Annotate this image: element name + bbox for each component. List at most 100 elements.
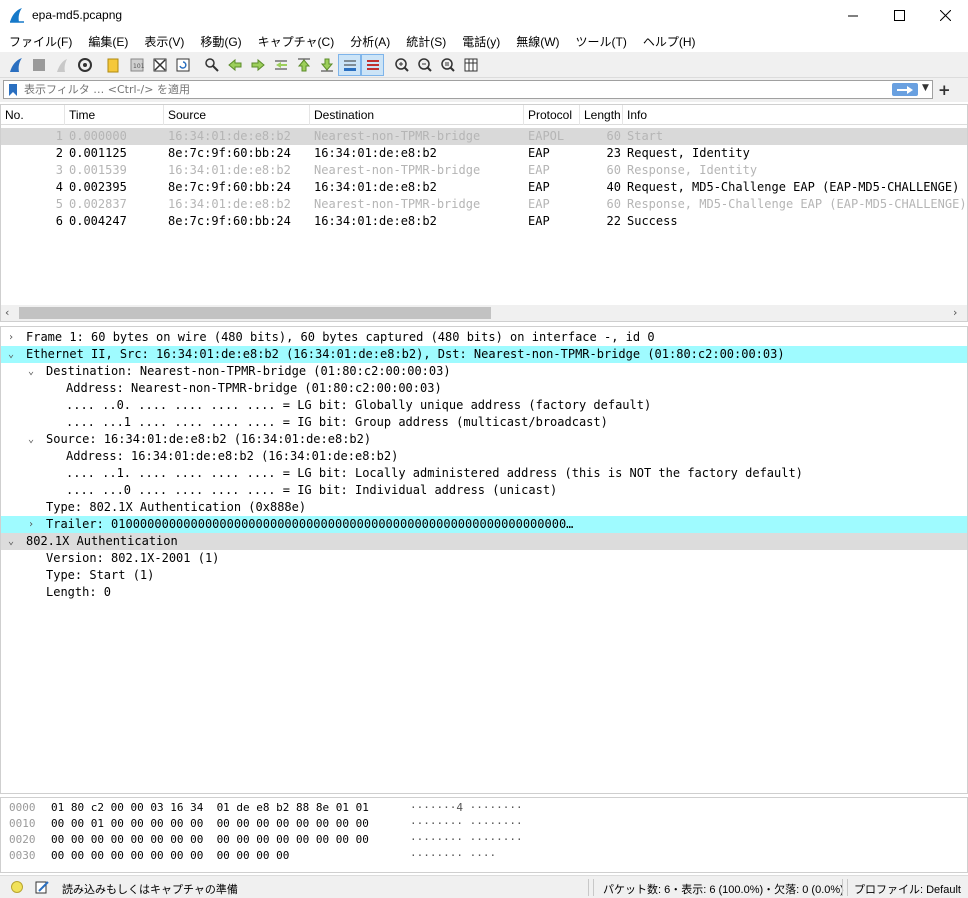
packet-cell-no: 4	[55, 180, 63, 194]
bytes-hex: 00 00 00 00 00 00 00 00 00 00 00 00 00 0…	[51, 833, 369, 846]
bookmark-icon[interactable]	[7, 83, 19, 97]
arrow-up-icon	[297, 58, 310, 71]
start-capture-button[interactable]	[4, 54, 27, 76]
zoom-out-button[interactable]	[413, 54, 436, 76]
go-first-packet-button[interactable]	[292, 54, 315, 76]
column-source[interactable]: Source	[164, 105, 310, 125]
detail-text: Frame 1: 60 bytes on wire (480 bits), 60…	[26, 330, 655, 344]
collapse-arrow-icon[interactable]: ⌄	[8, 533, 20, 550]
menu-view[interactable]: 表示(V)	[139, 33, 189, 50]
bytes-row[interactable]: 0010 00 00 01 00 00 00 00 00 00 00 00 00 …	[1, 816, 967, 832]
packet-cell-dst: Nearest-non-TPMR-bridge	[314, 197, 481, 211]
packet-cell-info: Request, MD5-Challenge EAP (EAP-MD5-CHAL…	[627, 180, 960, 194]
go-forward-button[interactable]	[246, 54, 269, 76]
detail-row[interactable]: .... ..1. .... .... .... .... = LG bit: …	[1, 465, 967, 482]
auto-scroll-icon	[343, 60, 356, 71]
detail-row[interactable]: .... ...1 .... .... .... .... = IG bit: …	[1, 414, 967, 431]
bytes-offset: 0000	[9, 801, 36, 814]
packet-row[interactable]: 1 0.000000 16:34:01:de:e8:b2 Nearest-non-TP…	[1, 128, 967, 145]
close-file-button[interactable]	[148, 54, 171, 76]
packet-row[interactable]: 3 0.001539 16:34:01:de:e8:b2 Nearest-non-TP…	[1, 162, 967, 179]
menu-wireless[interactable]: 無線(W)	[511, 33, 564, 50]
add-filter-button[interactable]: +	[938, 81, 951, 99]
stop-capture-button[interactable]	[27, 54, 50, 76]
close-button[interactable]	[922, 0, 968, 31]
column-destination[interactable]: Destination	[310, 105, 524, 125]
restart-capture-button[interactable]	[50, 54, 73, 76]
menu-telephony[interactable]: 電話(y)	[457, 33, 505, 50]
find-packet-button[interactable]	[200, 54, 223, 76]
zoom-in-button[interactable]	[390, 54, 413, 76]
scroll-thumb[interactable]	[19, 307, 491, 319]
detail-row[interactable]: Type: 802.1X Authentication (0x888e)	[1, 499, 967, 516]
detail-row[interactable]: ⌄ Destination: Nearest-non-TPMR-bridge (0…	[1, 363, 967, 380]
menu-capture[interactable]: キャプチャ(C)	[253, 33, 340, 50]
detail-row[interactable]: › Trailer: 010000000000000000000000000000…	[1, 516, 967, 533]
auto-scroll-button[interactable]	[338, 53, 361, 76]
filter-dropdown-icon[interactable]: ▼	[922, 83, 929, 93]
menu-file[interactable]: ファイル(F)	[4, 33, 77, 50]
detail-row[interactable]: ⌄ 802.1X Authentication	[1, 533, 967, 550]
maximize-button[interactable]	[876, 0, 922, 31]
menu-edit[interactable]: 編集(E)	[83, 33, 133, 50]
scroll-left-icon[interactable]: ‹	[5, 306, 9, 319]
go-back-button[interactable]	[223, 54, 246, 76]
detail-row[interactable]: Type: Start (1)	[1, 567, 967, 584]
packet-cell-len: 23	[606, 146, 621, 160]
resize-columns-icon	[464, 58, 477, 71]
packet-list-hscrollbar[interactable]: ‹ ›	[1, 305, 967, 321]
save-file-button[interactable]: 101	[125, 54, 148, 76]
go-last-packet-button[interactable]	[315, 54, 338, 76]
column-length[interactable]: Length	[580, 105, 623, 125]
open-file-button[interactable]	[102, 54, 125, 76]
collapse-arrow-icon[interactable]: ⌄	[28, 363, 40, 380]
expand-arrow-icon[interactable]: ›	[8, 329, 20, 346]
status-profile[interactable]: プロファイル: Default	[854, 881, 961, 897]
detail-row[interactable]: Length: 0	[1, 584, 967, 601]
capture-comment-icon[interactable]	[34, 879, 50, 895]
detail-row[interactable]: ⌄ Ethernet II, Src: 16:34:01:de:e8:b2 (16…	[1, 346, 967, 363]
capture-options-button[interactable]	[73, 54, 96, 76]
collapse-arrow-icon[interactable]: ⌄	[28, 431, 40, 448]
detail-row[interactable]: Address: Nearest-non-TPMR-bridge (01:80:…	[1, 380, 967, 397]
detail-row[interactable]: › Frame 1: 60 bytes on wire (480 bits), 6…	[1, 329, 967, 346]
packet-cell-src: 8e:7c:9f:60:bb:24	[168, 146, 291, 160]
menu-go[interactable]: 移動(G)	[195, 33, 246, 50]
resize-columns-button[interactable]	[459, 54, 482, 76]
bytes-row[interactable]: 0020 00 00 00 00 00 00 00 00 00 00 00 00 …	[1, 832, 967, 848]
shark-fin-icon	[9, 57, 22, 72]
menu-help[interactable]: ヘルプ(H)	[638, 33, 701, 50]
close-file-icon	[153, 58, 166, 71]
detail-row[interactable]: ⌄ Source: 16:34:01:de:e8:b2 (16:34:01:de:…	[1, 431, 967, 448]
packet-cell-len: 60	[606, 197, 621, 211]
minimize-button[interactable]	[830, 0, 876, 31]
expert-info-icon[interactable]	[11, 881, 23, 893]
collapse-arrow-icon[interactable]: ⌄	[8, 346, 20, 363]
menu-tools[interactable]: ツール(T)	[571, 33, 632, 50]
zoom-reset-button[interactable]	[436, 54, 459, 76]
detail-row[interactable]: Version: 802.1X-2001 (1)	[1, 550, 967, 567]
menu-statistics[interactable]: 統計(S)	[401, 33, 451, 50]
scroll-right-icon[interactable]: ›	[953, 306, 957, 319]
menu-analyze[interactable]: 分析(A)	[345, 33, 395, 50]
reload-file-button[interactable]	[171, 54, 194, 76]
packet-row[interactable]: 6 0.004247 8e:7c:9f:60:bb:24 16:34:01:de:e8…	[1, 213, 967, 230]
go-to-packet-button[interactable]	[269, 54, 292, 76]
column-info[interactable]: Info	[623, 105, 967, 125]
column-no[interactable]: No.	[1, 105, 65, 125]
column-time[interactable]: Time	[65, 105, 164, 125]
detail-row[interactable]: Address: 16:34:01:de:e8:b2 (16:34:01:de:…	[1, 448, 967, 465]
bytes-row[interactable]: 0030 00 00 00 00 00 00 00 00 00 00 00 00 ·…	[1, 848, 967, 864]
apply-filter-button[interactable]	[892, 83, 918, 96]
packet-row[interactable]: 5 0.002837 16:34:01:de:e8:b2 Nearest-non-TP…	[1, 196, 967, 213]
display-filter-input[interactable]	[24, 82, 884, 97]
detail-row[interactable]: .... ...0 .... .... .... .... = IG bit: …	[1, 482, 967, 499]
packet-row[interactable]: 2 0.001125 8e:7c:9f:60:bb:24 16:34:01:de:e8…	[1, 145, 967, 162]
column-protocol[interactable]: Protocol	[524, 105, 580, 125]
detail-row[interactable]: .... ..0. .... .... .... .... = LG bit: …	[1, 397, 967, 414]
packet-row[interactable]: 4 0.002395 8e:7c:9f:60:bb:24 16:34:01:de:e8…	[1, 179, 967, 196]
packet-cell-dst: Nearest-non-TPMR-bridge	[314, 163, 481, 177]
colorize-button[interactable]	[361, 53, 384, 76]
expand-arrow-icon[interactable]: ›	[28, 516, 40, 533]
bytes-row[interactable]: 0000 01 80 c2 00 00 03 16 34 01 de e8 b2 …	[1, 800, 967, 816]
